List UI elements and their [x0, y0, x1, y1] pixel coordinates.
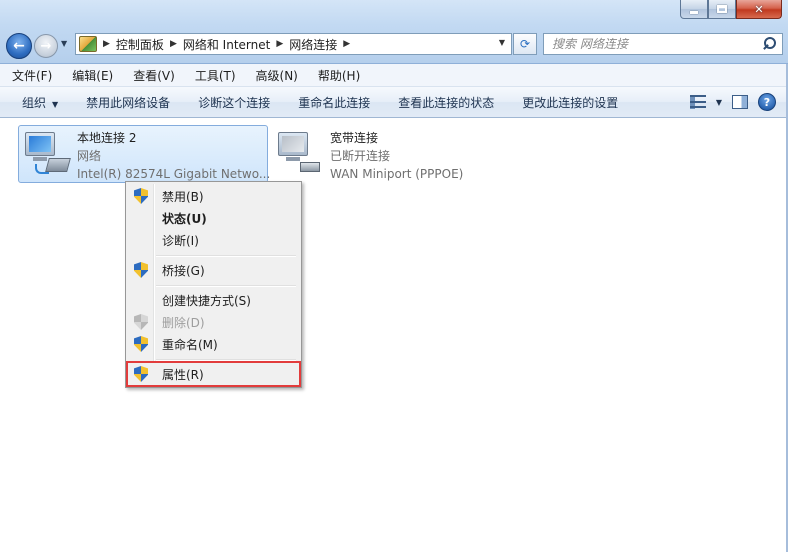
breadcrumb-network-internet[interactable]: 网络和 Internet: [183, 36, 270, 53]
connections-view[interactable]: 本地连接 2 网络 Intel(R) 82574L Gigabit Netwo.…: [0, 118, 788, 552]
close-icon: ✕: [754, 2, 764, 16]
forward-button[interactable]: →: [34, 34, 58, 58]
refresh-button[interactable]: ⟳: [513, 33, 537, 55]
organize-button[interactable]: 组织 ▼: [0, 94, 72, 111]
uac-shield-icon: [134, 336, 148, 352]
back-button[interactable]: ←: [6, 33, 32, 59]
menu-separator: [156, 285, 296, 287]
breadcrumb-control-panel[interactable]: 控制面板: [116, 36, 164, 53]
network-adapter-icon: [21, 128, 73, 180]
change-view-icon[interactable]: [689, 95, 706, 109]
menu-advanced[interactable]: 高级(N): [244, 67, 306, 84]
menu-tools[interactable]: 工具(T): [183, 67, 244, 84]
breadcrumb-chevron-icon[interactable]: ▶: [276, 39, 283, 49]
refresh-icon: ⟳: [519, 37, 531, 51]
connection-name: 本地连接 2: [77, 131, 137, 145]
address-bar[interactable]: ▶ 控制面板 ▶ 网络和 Internet ▶ 网络连接 ▶ ▼: [75, 33, 512, 55]
window-titlebar: ✕ ← → ▼ ▶ 控制面板 ▶ 网络和 Internet ▶ 网络连接 ▶ ▼…: [0, 0, 788, 64]
view-status-button[interactable]: 查看此连接的状态: [384, 94, 508, 111]
minimize-icon: [690, 10, 698, 14]
arrow-left-icon: ←: [13, 38, 25, 54]
command-bar: 组织 ▼ 禁用此网络设备 诊断这个连接 重命名此连接 查看此连接的状态 更改此连接…: [0, 87, 788, 118]
change-settings-button[interactable]: 更改此连接的设置: [508, 94, 632, 111]
context-item-rename[interactable]: 重命名(M): [128, 333, 299, 355]
breadcrumb-chevron-icon[interactable]: ▶: [170, 39, 177, 49]
disable-device-button[interactable]: 禁用此网络设备: [72, 94, 184, 111]
context-item-diagnose[interactable]: 诊断(I): [128, 229, 299, 251]
broadband-modem-icon: [274, 128, 326, 180]
search-icon[interactable]: [760, 35, 778, 53]
chevron-down-icon: ▼: [61, 39, 68, 48]
uac-shield-icon: [134, 262, 148, 278]
breadcrumb-chevron-icon[interactable]: ▶: [103, 39, 110, 49]
uac-shield-icon: [134, 314, 148, 330]
context-item-status[interactable]: 状态(U): [128, 207, 299, 229]
preview-pane-icon[interactable]: [732, 95, 748, 109]
connection-tile-local[interactable]: 本地连接 2 网络 Intel(R) 82574L Gigabit Netwo.…: [18, 125, 270, 183]
context-menu: 禁用(B) 状态(U) 诊断(I) 桥接(G) 创建快捷方式(S) 删除(D) …: [125, 181, 302, 388]
diagnose-connection-button[interactable]: 诊断这个连接: [184, 94, 284, 111]
menu-file[interactable]: 文件(F): [0, 67, 60, 84]
rename-connection-button[interactable]: 重命名此连接: [284, 94, 384, 111]
connection-status: 已断开连接: [330, 149, 391, 163]
minimize-button[interactable]: [680, 0, 708, 19]
maximize-icon: [717, 5, 727, 13]
connection-name: 宽带连接: [330, 131, 379, 145]
menu-separator: [156, 359, 296, 361]
breadcrumb-chevron-icon[interactable]: ▶: [343, 39, 350, 49]
menu-bar: 文件(F) 编辑(E) 查看(V) 工具(T) 高级(N) 帮助(H): [0, 64, 788, 87]
connection-type: 网络: [77, 149, 102, 163]
help-icon[interactable]: ?: [758, 93, 776, 111]
uac-shield-icon: [134, 188, 148, 204]
breadcrumb-network-connections[interactable]: 网络连接: [289, 36, 337, 53]
organize-label: 组织: [22, 95, 47, 110]
search-box[interactable]: [543, 33, 783, 55]
command-bar-right: ▼ ?: [689, 93, 776, 111]
menu-help[interactable]: 帮助(H): [306, 67, 368, 84]
control-panel-icon: [79, 36, 97, 52]
context-item-properties[interactable]: 属性(R): [126, 361, 301, 387]
search-input[interactable]: [544, 35, 760, 53]
context-item-disable[interactable]: 禁用(B): [128, 185, 299, 207]
connection-tile-broadband[interactable]: 宽带连接 已断开连接 WAN Miniport (PPPOE): [271, 125, 481, 183]
arrow-right-icon: →: [40, 38, 52, 54]
address-dropdown-icon[interactable]: ▼: [499, 38, 505, 47]
menu-view[interactable]: 查看(V): [121, 67, 183, 84]
chevron-down-icon[interactable]: ▼: [716, 98, 722, 107]
context-item-delete: 删除(D): [128, 311, 299, 333]
uac-shield-icon: [134, 366, 148, 382]
context-item-create-shortcut[interactable]: 创建快捷方式(S): [128, 289, 299, 311]
menu-edit[interactable]: 编辑(E): [60, 67, 121, 84]
recent-pages-dropdown[interactable]: ▼: [61, 39, 67, 48]
maximize-button[interactable]: [708, 0, 736, 19]
context-item-bridge[interactable]: 桥接(G): [128, 259, 299, 281]
window-controls: ✕: [680, 0, 782, 19]
chevron-down-icon: ▼: [52, 99, 59, 109]
close-button[interactable]: ✕: [736, 0, 782, 19]
connection-device: WAN Miniport (PPPOE): [330, 167, 464, 181]
menu-separator: [156, 255, 296, 257]
